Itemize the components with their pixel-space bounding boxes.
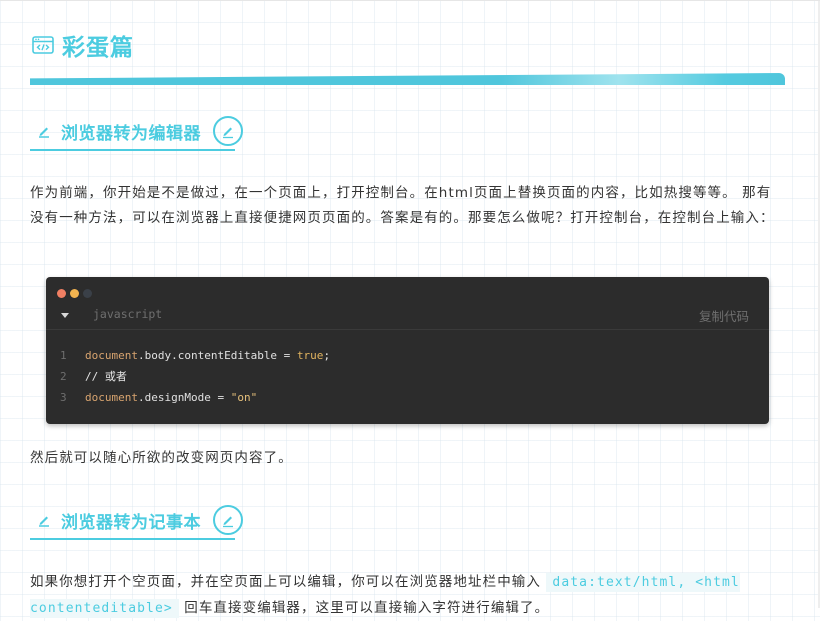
subsection-heading: 浏览器转为记事本 bbox=[30, 504, 253, 540]
code-line: 3 document .designMode = "on" bbox=[46, 387, 330, 408]
paragraph-after-code: 然后就可以随心所欲的改变网页内容了。 bbox=[30, 450, 293, 466]
red-dot bbox=[57, 289, 66, 298]
code-line: 2 // 或者 bbox=[46, 366, 330, 387]
collapse-caret-icon[interactable] bbox=[61, 313, 69, 318]
line-number: 1 bbox=[60, 349, 67, 362]
paragraph: 如果你想打开个空页面，并在空页面上可以编辑，你可以在浏览器地址栏中输入 data… bbox=[30, 570, 775, 621]
edit-badge bbox=[213, 505, 243, 535]
section-heading: 彩蛋篇 bbox=[30, 27, 785, 85]
code-token: document bbox=[85, 391, 138, 404]
copy-code-button[interactable]: 复制代码 bbox=[699, 306, 749, 325]
code-token: ; bbox=[323, 349, 331, 362]
code-window-icon bbox=[32, 36, 54, 54]
code-token: // 或者 bbox=[85, 370, 127, 383]
edit-pencil-icon bbox=[223, 127, 233, 139]
subsection-title: 浏览器转为编辑器 bbox=[61, 123, 201, 144]
code-toolbar: javascript 复制代码 bbox=[46, 305, 769, 330]
pencil-icon bbox=[39, 516, 49, 527]
code-block: javascript 复制代码 1 document .body.contentEd… bbox=[46, 277, 769, 424]
subsection-heading: 浏览器转为编辑器 bbox=[30, 115, 253, 151]
paragraph: 作为前端，你开始是不是做过，在一个页面上，打开控制台。在html页面上替换页面的… bbox=[30, 185, 775, 226]
yellow-dot bbox=[70, 289, 79, 298]
code-token: .designMode = bbox=[137, 391, 231, 404]
window-dots bbox=[57, 289, 96, 298]
dark-dot bbox=[83, 289, 92, 298]
paragraph-text: 如果你想打开个空页面，并在空页面上可以编辑，你可以在浏览器地址栏中输入 bbox=[30, 574, 547, 590]
line-number: 2 bbox=[60, 370, 67, 383]
subsection-underline bbox=[30, 149, 235, 151]
pencil-icon bbox=[39, 127, 49, 138]
heading-underline-bar bbox=[30, 73, 785, 85]
edit-pencil-icon bbox=[223, 516, 233, 528]
edit-badge bbox=[213, 116, 243, 146]
code-token: document bbox=[85, 349, 138, 362]
subsection-underline bbox=[30, 538, 235, 540]
code-token: "on" bbox=[230, 391, 258, 404]
subsection-title: 浏览器转为记事本 bbox=[61, 512, 201, 533]
section-title: 彩蛋篇 bbox=[62, 35, 134, 61]
code-language: javascript bbox=[93, 307, 163, 321]
code-line: 1 document .body.contentEditable = true; bbox=[46, 345, 330, 366]
line-number: 3 bbox=[60, 391, 67, 404]
code-token: .body.contentEditable = bbox=[137, 349, 297, 362]
code-lines: 1 document .body.contentEditable = true; 2/… bbox=[46, 345, 330, 408]
code-token: true bbox=[296, 349, 324, 362]
